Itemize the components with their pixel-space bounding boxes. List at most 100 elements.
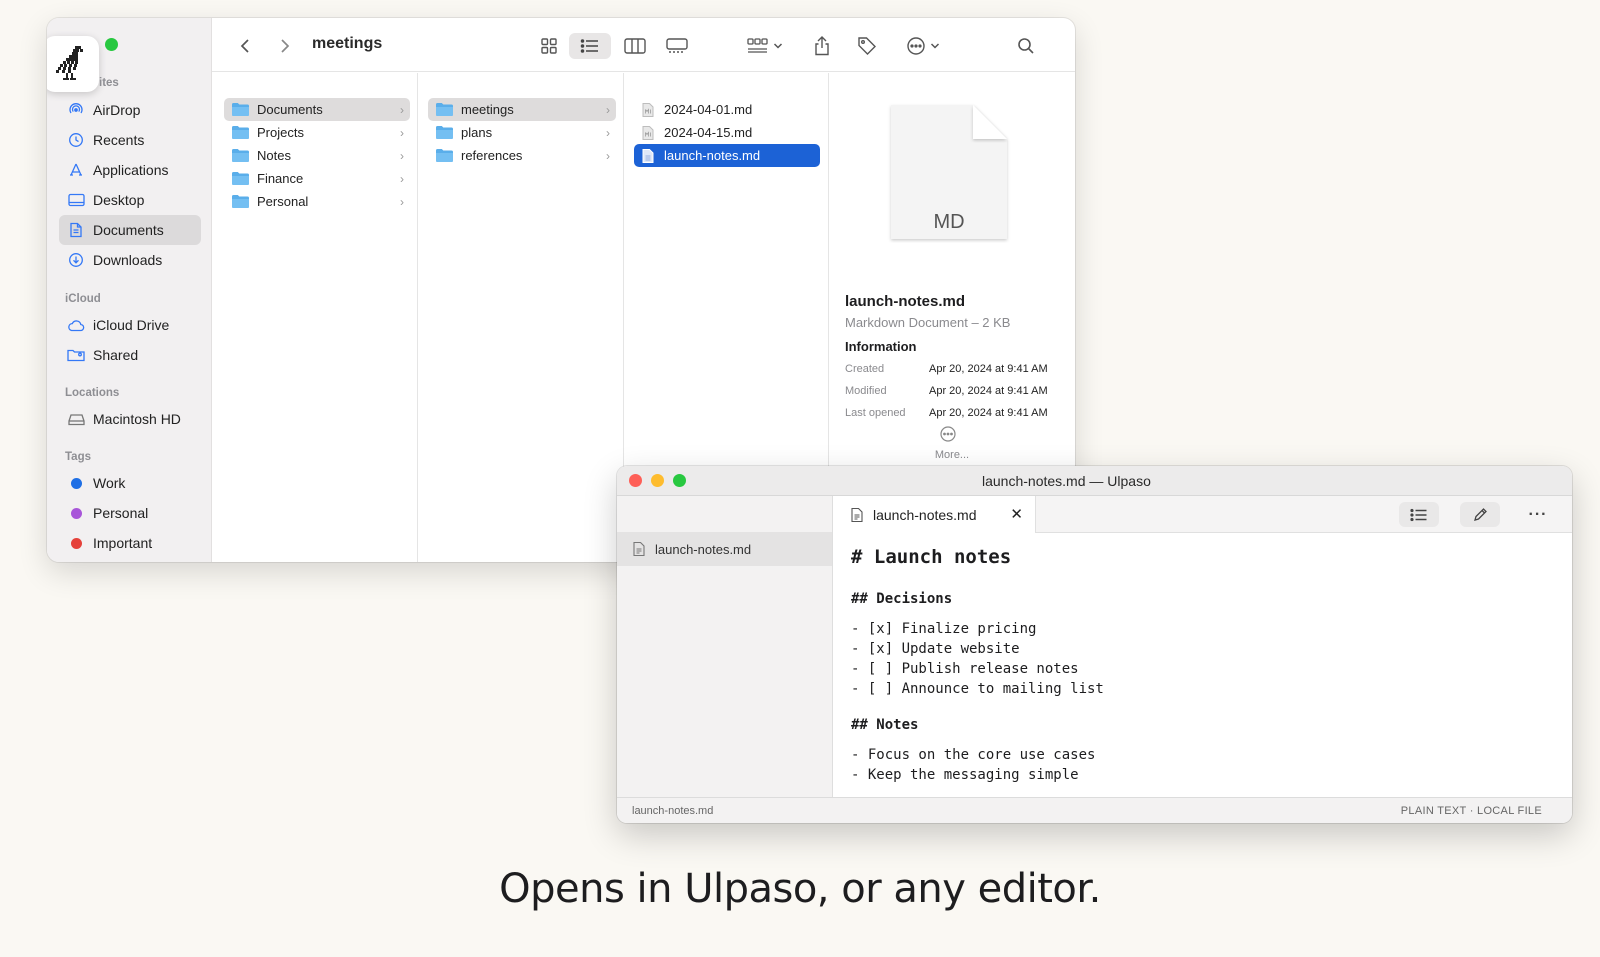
sidebar-item-applications[interactable]: Applications	[59, 155, 201, 185]
airdrop-icon	[67, 101, 85, 119]
sidebar-tag-personal[interactable]: Personal	[59, 498, 201, 528]
forward-button[interactable]	[272, 33, 298, 59]
sidebar-item-macintosh-hd[interactable]: Macintosh HD	[59, 404, 201, 434]
more-options-button[interactable]: ···	[1518, 502, 1558, 527]
sidebar-item-documents[interactable]: Documents	[59, 215, 201, 245]
editor-tab-bar: launch-notes.md ✕ ···	[833, 496, 1572, 533]
sidebar-item-icloud-drive[interactable]: iCloud Drive	[59, 310, 201, 340]
sidebar-item-airdrop[interactable]: AirDrop	[59, 95, 201, 125]
info-key: Last opened	[845, 407, 906, 419]
folder-icon	[232, 172, 249, 185]
chevron-right-icon: ›	[400, 125, 404, 140]
share-button[interactable]	[808, 33, 836, 59]
download-icon	[67, 251, 85, 269]
document-icon	[67, 221, 85, 239]
more-info-label[interactable]: More...	[829, 449, 1075, 461]
zoom-window-button[interactable]	[105, 38, 118, 51]
close-tab-icon[interactable]: ✕	[1010, 505, 1023, 523]
chevron-right-icon: ›	[606, 102, 610, 117]
tag-button[interactable]	[853, 33, 881, 59]
sidebar-file-label: launch-notes.md	[655, 541, 752, 557]
sidebar-item-recents[interactable]: Recents	[59, 125, 201, 155]
sidebar-item-desktop[interactable]: Desktop	[59, 185, 201, 215]
column-view-button[interactable]	[620, 33, 650, 59]
sidebar-tag-work[interactable]: Work	[59, 468, 201, 498]
sidebar-item-label: AirDrop	[93, 102, 141, 118]
markdown-file-icon	[642, 102, 654, 117]
chevron-right-icon: ›	[606, 148, 610, 163]
icon-view-button[interactable]	[534, 33, 564, 59]
applications-icon	[67, 161, 85, 179]
gallery-view-button[interactable]	[662, 33, 692, 59]
list-icon	[580, 39, 598, 53]
folder-row-projects[interactable]: Projects ›	[224, 121, 410, 144]
finder-sidebar: ites AirDrop Recents Applications Deskto…	[47, 18, 212, 562]
sidebar-item-label: Downloads	[93, 252, 163, 268]
info-row-last-opened: Last opened Apr 20, 2024 at 9:41 AM	[845, 407, 1063, 419]
preview-file-kind: Markdown Document – 2 KB	[845, 315, 1011, 330]
search-button[interactable]	[1012, 33, 1040, 59]
sidebar-item-shared[interactable]: Shared	[59, 340, 201, 370]
zoom-window-button[interactable]	[673, 474, 686, 487]
folder-row-plans[interactable]: plans ›	[428, 121, 616, 144]
folder-row-personal[interactable]: Personal ›	[224, 190, 410, 213]
markdown-file-icon	[642, 125, 654, 140]
tab-label: launch-notes.md	[873, 506, 977, 523]
sidebar-tag-important[interactable]: Important	[59, 528, 201, 558]
file-row-2024-04-15[interactable]: 2024-04-15.md	[634, 121, 820, 144]
outline-button[interactable]	[1399, 502, 1439, 527]
folder-icon	[232, 126, 249, 139]
edit-mode-button[interactable]	[1460, 502, 1500, 527]
ellipsis-circle-icon	[907, 37, 925, 55]
tag-icon	[858, 37, 876, 55]
folder-icon	[232, 195, 249, 208]
minimize-window-button[interactable]	[651, 474, 664, 487]
markdown-editor[interactable]: # Launch notes ## Decisions - [x] Finali…	[833, 533, 1572, 797]
folder-name: references	[461, 148, 523, 163]
editor-sidebar: launch-notes.md	[617, 496, 833, 797]
editor-line-heading1: # Launch notes	[851, 546, 1012, 568]
information-heading: Information	[845, 339, 917, 354]
column-documents: Documents › Projects › Notes › Finance ›…	[212, 73, 418, 562]
editor-line: - [ ] Publish release notes	[851, 661, 1079, 677]
folder-icon	[232, 103, 249, 116]
folder-row-finance[interactable]: Finance ›	[224, 167, 410, 190]
folder-name: Finance	[257, 171, 304, 186]
tab-launch-notes[interactable]: launch-notes.md ✕	[833, 496, 1036, 533]
file-row-2024-04-01[interactable]: 2024-04-01.md	[634, 98, 820, 121]
md-file-thumbnail: MD	[887, 101, 1011, 243]
folder-row-meetings[interactable]: meetings ›	[428, 98, 616, 121]
editor-line: - [ ] Announce to mailing list	[851, 681, 1104, 697]
ellipsis-circle-icon	[940, 426, 956, 442]
chevron-down-icon	[773, 43, 783, 49]
more-actions-button[interactable]	[900, 33, 946, 59]
search-icon	[1018, 38, 1034, 54]
chevron-down-icon	[930, 43, 940, 49]
folder-row-references[interactable]: references ›	[428, 144, 616, 167]
preview-file-name: launch-notes.md	[845, 293, 966, 310]
more-info-button[interactable]	[939, 425, 957, 448]
sidebar-item-downloads[interactable]: Downloads	[59, 245, 201, 275]
editor-line-heading2: ## Notes	[851, 717, 919, 733]
column-meetings-parent: meetings › plans › references ›	[418, 73, 624, 562]
window-controls	[629, 474, 686, 487]
info-row-modified: Modified Apr 20, 2024 at 9:41 AM	[845, 385, 1063, 397]
close-window-button[interactable]	[629, 474, 642, 487]
folder-icon	[232, 149, 249, 162]
folder-row-notes[interactable]: Notes ›	[224, 144, 410, 167]
markdown-file-icon	[642, 148, 654, 163]
file-name: 2024-04-15.md	[664, 125, 753, 140]
folder-row-documents[interactable]: Documents ›	[224, 98, 410, 121]
shared-folder-icon	[67, 346, 85, 364]
editor-titlebar: launch-notes.md — Ulpaso	[617, 466, 1572, 496]
back-button[interactable]	[232, 33, 258, 59]
tag-color-dot	[70, 507, 82, 519]
sidebar-file-launch-notes[interactable]: launch-notes.md	[617, 532, 832, 566]
folder-icon	[436, 149, 453, 162]
chevron-left-icon	[240, 39, 249, 53]
chevron-right-icon: ›	[400, 171, 404, 186]
file-row-launch-notes[interactable]: launch-notes.md	[634, 144, 820, 167]
group-by-button[interactable]	[742, 33, 788, 59]
document-icon	[851, 507, 863, 522]
list-view-button[interactable]	[569, 33, 611, 59]
